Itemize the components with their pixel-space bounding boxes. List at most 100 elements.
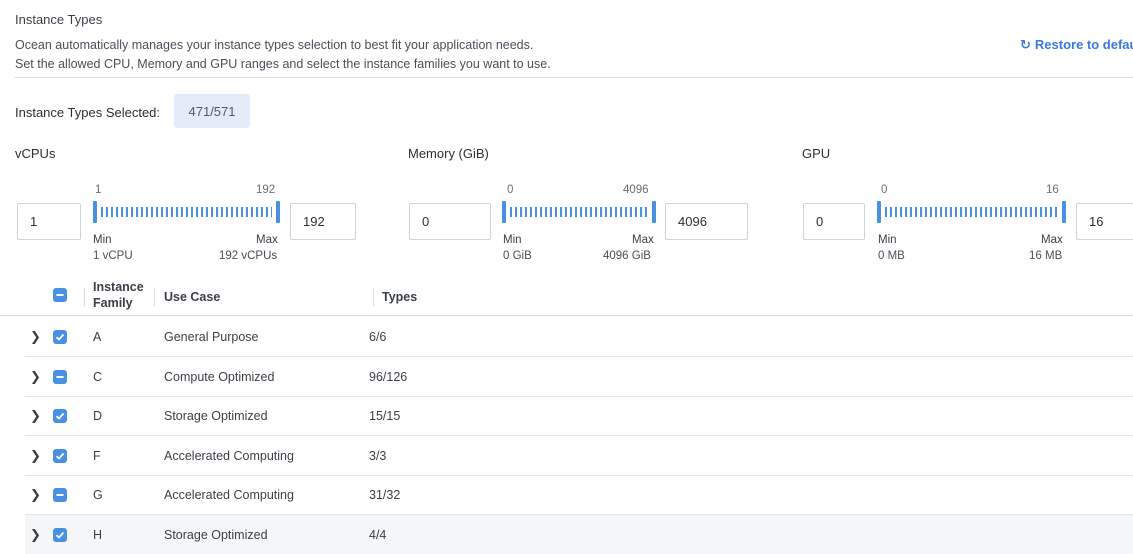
table-row[interactable]: ❯ C Compute Optimized 96/126 [25, 357, 1133, 397]
table-row[interactable]: ❯ F Accelerated Computing 3/3 [25, 436, 1133, 476]
chevron-right-icon[interactable]: ❯ [30, 487, 41, 503]
instance-family-cell: G [93, 488, 103, 502]
row-checkbox[interactable] [53, 330, 67, 344]
memory-min-unit: 0 GiB [503, 250, 532, 262]
types-cell: 4/4 [369, 528, 387, 542]
vcpu-max-handle[interactable] [276, 201, 280, 223]
column-separator [84, 288, 85, 306]
column-separator [154, 288, 155, 306]
types-cell: 31/32 [369, 488, 401, 502]
chevron-right-icon[interactable]: ❯ [30, 448, 41, 464]
gpu-range-min: 0 [881, 184, 888, 196]
use-case-cell: General Purpose [164, 330, 259, 344]
types-cell: 3/3 [369, 449, 387, 463]
instance-family-cell: H [93, 528, 103, 542]
types-cell: 6/6 [369, 330, 387, 344]
gpu-slider[interactable] [877, 201, 1066, 223]
vcpu-min-unit: 1 vCPU [93, 250, 133, 262]
memory-slider-track [510, 207, 648, 217]
divider [15, 77, 1133, 78]
select-all-checkbox[interactable] [53, 288, 67, 302]
memory-range-max: 4096 [623, 184, 649, 196]
memory-min-input[interactable]: 0 [409, 203, 491, 240]
gpu-max-unit: 16 MB [1029, 250, 1063, 262]
check-icon [55, 412, 65, 420]
vcpu-min-label: Min [93, 234, 112, 246]
restore-defaults-label: Restore to defau [1034, 37, 1133, 52]
column-header-use-case: Use Case [164, 290, 221, 304]
check-icon [55, 452, 65, 460]
vcpu-slider[interactable] [93, 201, 280, 223]
instance-types-selected-badge: 471/571 [174, 94, 250, 128]
types-cell: 96/126 [369, 370, 408, 384]
use-case-cell: Compute Optimized [164, 370, 275, 384]
minus-icon [56, 494, 64, 496]
row-checkbox[interactable] [53, 528, 67, 542]
gpu-max-handle[interactable] [1062, 201, 1066, 223]
use-case-cell: Accelerated Computing [164, 449, 294, 463]
chevron-right-icon[interactable]: ❯ [30, 527, 41, 543]
instance-family-cell: D [93, 409, 103, 423]
instance-family-cell: A [93, 330, 102, 344]
table-header: Instance Family Use Case Types [0, 276, 1133, 316]
minus-icon [56, 294, 64, 296]
refresh-icon: ↻ [1020, 37, 1031, 52]
vcpu-min-handle[interactable] [93, 201, 97, 223]
memory-max-unit: 4096 GiB [603, 250, 651, 262]
instance-family-cell: C [93, 370, 103, 384]
vcpu-max-label: Max [256, 234, 278, 246]
memory-max-label: Max [632, 234, 654, 246]
column-header-family-line1: Instance [93, 280, 144, 294]
gpu-range-max: 16 [1046, 184, 1059, 196]
table-row[interactable]: ❯ G Accelerated Computing 31/32 [25, 475, 1133, 515]
memory-min-handle[interactable] [502, 201, 506, 223]
row-checkbox[interactable] [53, 488, 67, 502]
chevron-right-icon[interactable]: ❯ [30, 408, 41, 424]
vcpu-title: vCPUs [15, 146, 56, 161]
row-checkbox[interactable] [53, 370, 67, 384]
vcpu-max-input[interactable]: 192 [290, 203, 356, 240]
types-cell: 15/15 [369, 409, 401, 423]
memory-min-label: Min [503, 234, 522, 246]
section-title: Instance Types [15, 12, 103, 27]
check-icon [55, 531, 65, 539]
column-header-family-line2: Family [93, 296, 133, 310]
chevron-right-icon[interactable]: ❯ [30, 369, 41, 385]
gpu-max-input[interactable]: 16 [1076, 203, 1133, 240]
memory-range-min: 0 [507, 184, 514, 196]
check-icon [55, 333, 65, 341]
column-header-types: Types [382, 290, 418, 304]
instance-family-cell: F [93, 449, 101, 463]
chevron-right-icon[interactable]: ❯ [30, 329, 41, 345]
gpu-min-label: Min [878, 234, 897, 246]
instance-types-selected-label: Instance Types Selected: [15, 105, 161, 120]
row-checkbox[interactable] [53, 449, 67, 463]
gpu-slider-track [885, 207, 1058, 217]
memory-slider[interactable] [502, 201, 656, 223]
memory-max-input[interactable]: 4096 [665, 203, 748, 240]
gpu-min-unit: 0 MB [878, 250, 905, 262]
description-line-2: Set the allowed CPU, Memory and GPU rang… [15, 57, 551, 71]
use-case-cell: Storage Optimized [164, 528, 268, 542]
use-case-cell: Accelerated Computing [164, 488, 294, 502]
restore-defaults-button[interactable]: ↻ Restore to defau [1020, 37, 1133, 53]
gpu-min-input[interactable]: 0 [803, 203, 865, 240]
row-checkbox[interactable] [53, 409, 67, 423]
vcpu-slider-track [101, 207, 272, 217]
use-case-cell: Storage Optimized [164, 409, 268, 423]
vcpu-range-max: 192 [256, 184, 276, 196]
table-row[interactable]: ❯ D Storage Optimized 15/15 [25, 396, 1133, 436]
minus-icon [56, 376, 64, 378]
gpu-title: GPU [802, 146, 831, 161]
vcpu-min-input[interactable]: 1 [17, 203, 81, 240]
vcpu-range-min: 1 [95, 184, 102, 196]
column-separator [373, 288, 374, 306]
memory-max-handle[interactable] [652, 201, 656, 223]
vcpu-max-unit: 192 vCPUs [219, 250, 278, 262]
gpu-max-label: Max [1041, 234, 1063, 246]
memory-title: Memory (GiB) [408, 146, 489, 161]
gpu-min-handle[interactable] [877, 201, 881, 223]
table-row[interactable]: ❯ H Storage Optimized 4/4 [25, 515, 1133, 554]
description-line-1: Ocean automatically manages your instanc… [15, 38, 534, 52]
table-row[interactable]: ❯ A General Purpose 6/6 [25, 317, 1133, 357]
